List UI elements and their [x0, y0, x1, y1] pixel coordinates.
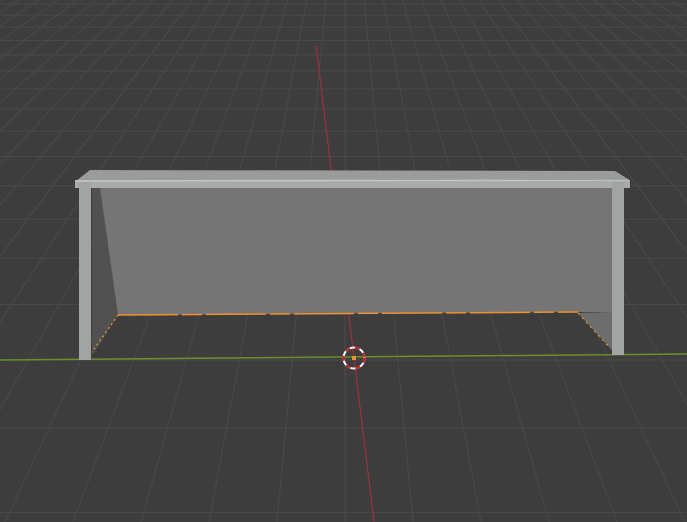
grid-line — [655, 0, 687, 522]
3d-viewport[interactable] — [0, 0, 687, 522]
grid-line — [614, 0, 687, 522]
grid-line — [0, 0, 27, 522]
goal-left-post — [79, 182, 91, 360]
grid-line — [0, 0, 51, 522]
grid-line — [663, 0, 687, 522]
3d-cursor-icon[interactable] — [342, 346, 366, 370]
goal-top-surface — [76, 170, 628, 181]
grid-line — [622, 0, 687, 522]
grid-line — [0, 0, 92, 522]
grid-line — [0, 0, 59, 522]
grid-line — [0, 0, 19, 522]
goal-back-net — [100, 188, 612, 315]
grid-line — [0, 0, 43, 522]
goal-crossbar-highlight — [75, 179, 630, 182]
grid-line — [671, 0, 687, 522]
viewport-canvas[interactable] — [0, 0, 687, 522]
grid-line — [0, 0, 76, 522]
soccer-goal[interactable] — [75, 170, 630, 360]
grid-line — [631, 0, 687, 522]
grid-line — [0, 0, 35, 522]
grid-line — [647, 0, 687, 522]
goal-right-post — [612, 182, 624, 355]
grid-line — [0, 0, 68, 522]
